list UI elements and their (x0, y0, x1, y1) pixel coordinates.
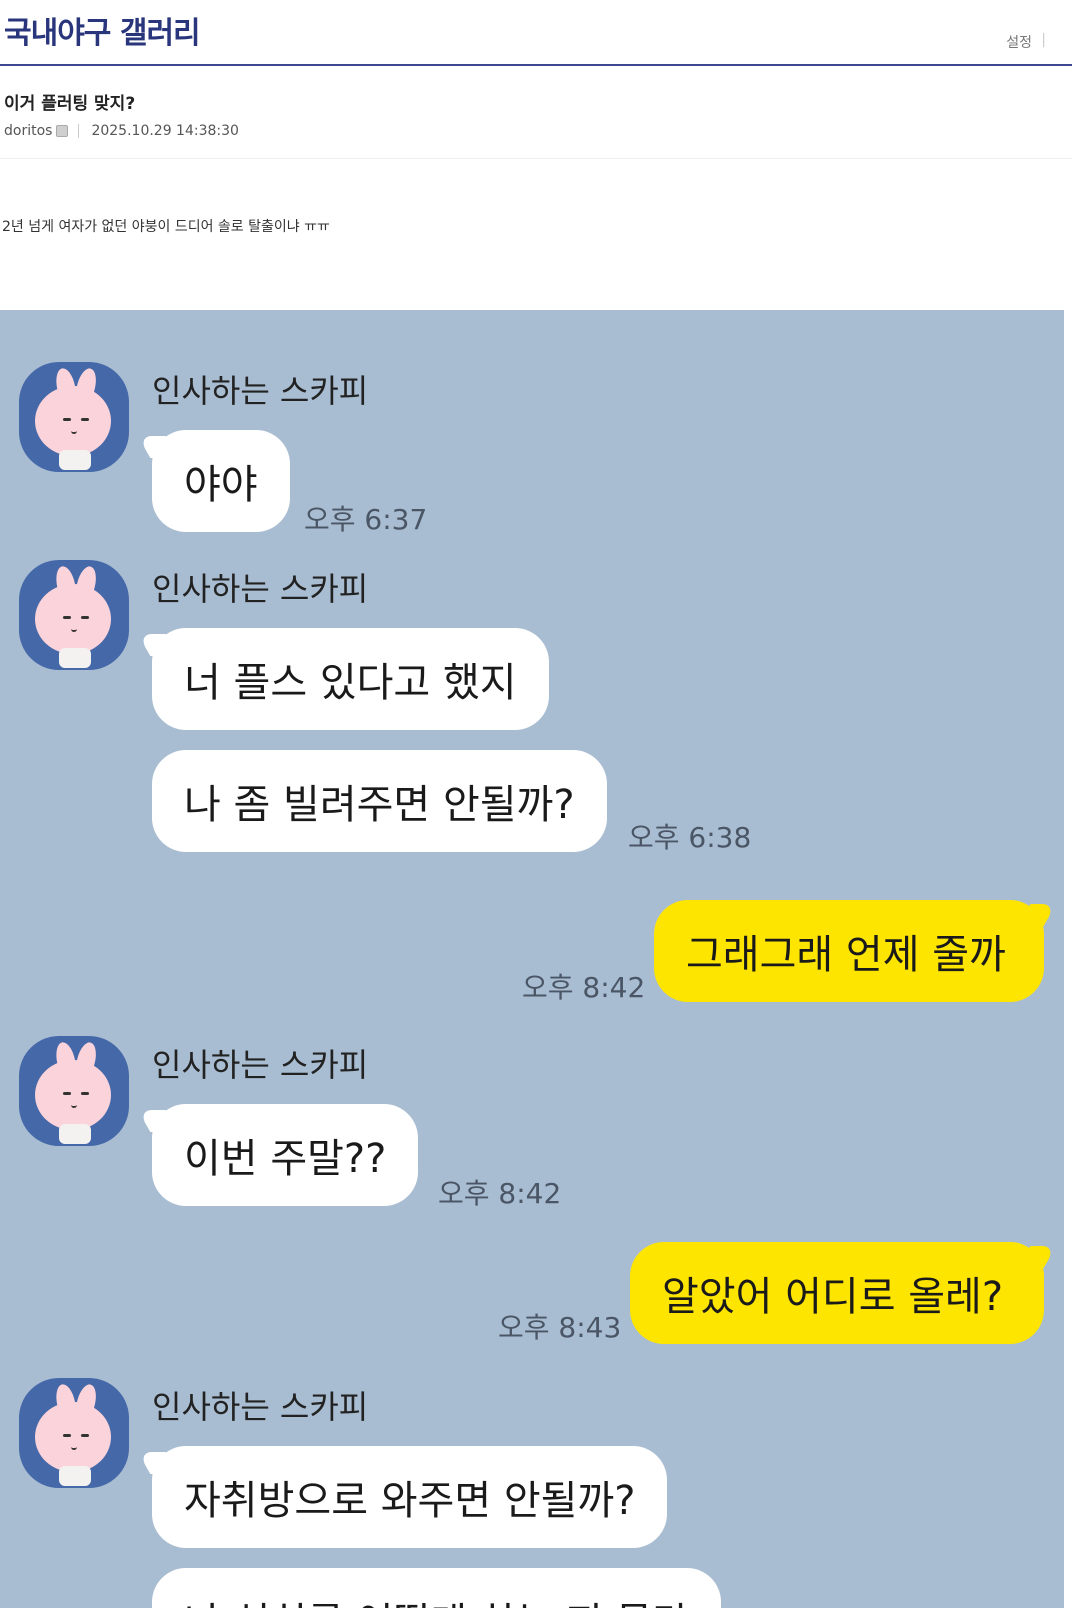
fixed-nick-icon (56, 125, 69, 137)
message-time: 오후 6:37 (304, 503, 428, 536)
message-time: 오후 8:42 (522, 971, 646, 1004)
message-time: 오후 8:42 (438, 1177, 562, 1210)
message-time: 오후 6:38 (628, 821, 752, 854)
received-message-bubble: 나 설치를 어떻게 하는 지 몰라 (152, 1568, 722, 1608)
message-time: 오후 8:43 (498, 1311, 622, 1344)
sender-avatar (19, 560, 129, 670)
chat-screenshot: 인사하는 스카피 야야 오후 6:37 인사하는 스카피 너 플스 있다고 했지… (0, 310, 1064, 1608)
sender-name: 인사하는 스카피 (152, 1388, 369, 1426)
received-message-bubble: 너 플스 있다고 했지 (152, 628, 549, 730)
received-message-bubble: 이번 주말?? (152, 1104, 419, 1206)
gallery-header: 국내야구 갤러리 설정 | (0, 0, 1072, 66)
sender-name: 인사하는 스카피 (152, 1046, 369, 1084)
post-meta: doritos 2025.10.29 14:38:30 (4, 123, 239, 139)
gallery-title[interactable]: 국내야구 갤러리 (4, 8, 201, 52)
meta-divider (78, 124, 80, 138)
post-author[interactable]: doritos (4, 123, 52, 139)
sender-avatar (19, 1036, 129, 1146)
post-divider (0, 158, 1072, 159)
post-title: 이거 플러팅 맞지? (4, 94, 136, 114)
sent-message-bubble: 그래그래 언제 줄까 (654, 900, 1044, 1002)
settings-link[interactable]: 설정 (1006, 32, 1032, 52)
sender-name: 인사하는 스카피 (152, 570, 369, 608)
sender-avatar (19, 362, 129, 472)
received-message-bubble: 야야 (152, 430, 290, 532)
post-body-text: 2년 넘게 여자가 없던 야붕이 드디어 솔로 탈출이냐 ㅠㅠ (2, 219, 330, 235)
sender-avatar (19, 1378, 129, 1488)
received-message-bubble: 나 좀 빌려주면 안될까? (152, 750, 607, 852)
sent-message-bubble: 알았어 어디로 올레? (630, 1242, 1044, 1344)
header-separator: | (1041, 32, 1046, 48)
received-message-bubble: 자취방으로 와주면 안될까? (152, 1446, 668, 1548)
sender-name: 인사하는 스카피 (152, 372, 369, 410)
post-datetime: 2025.10.29 14:38:30 (91, 123, 239, 139)
